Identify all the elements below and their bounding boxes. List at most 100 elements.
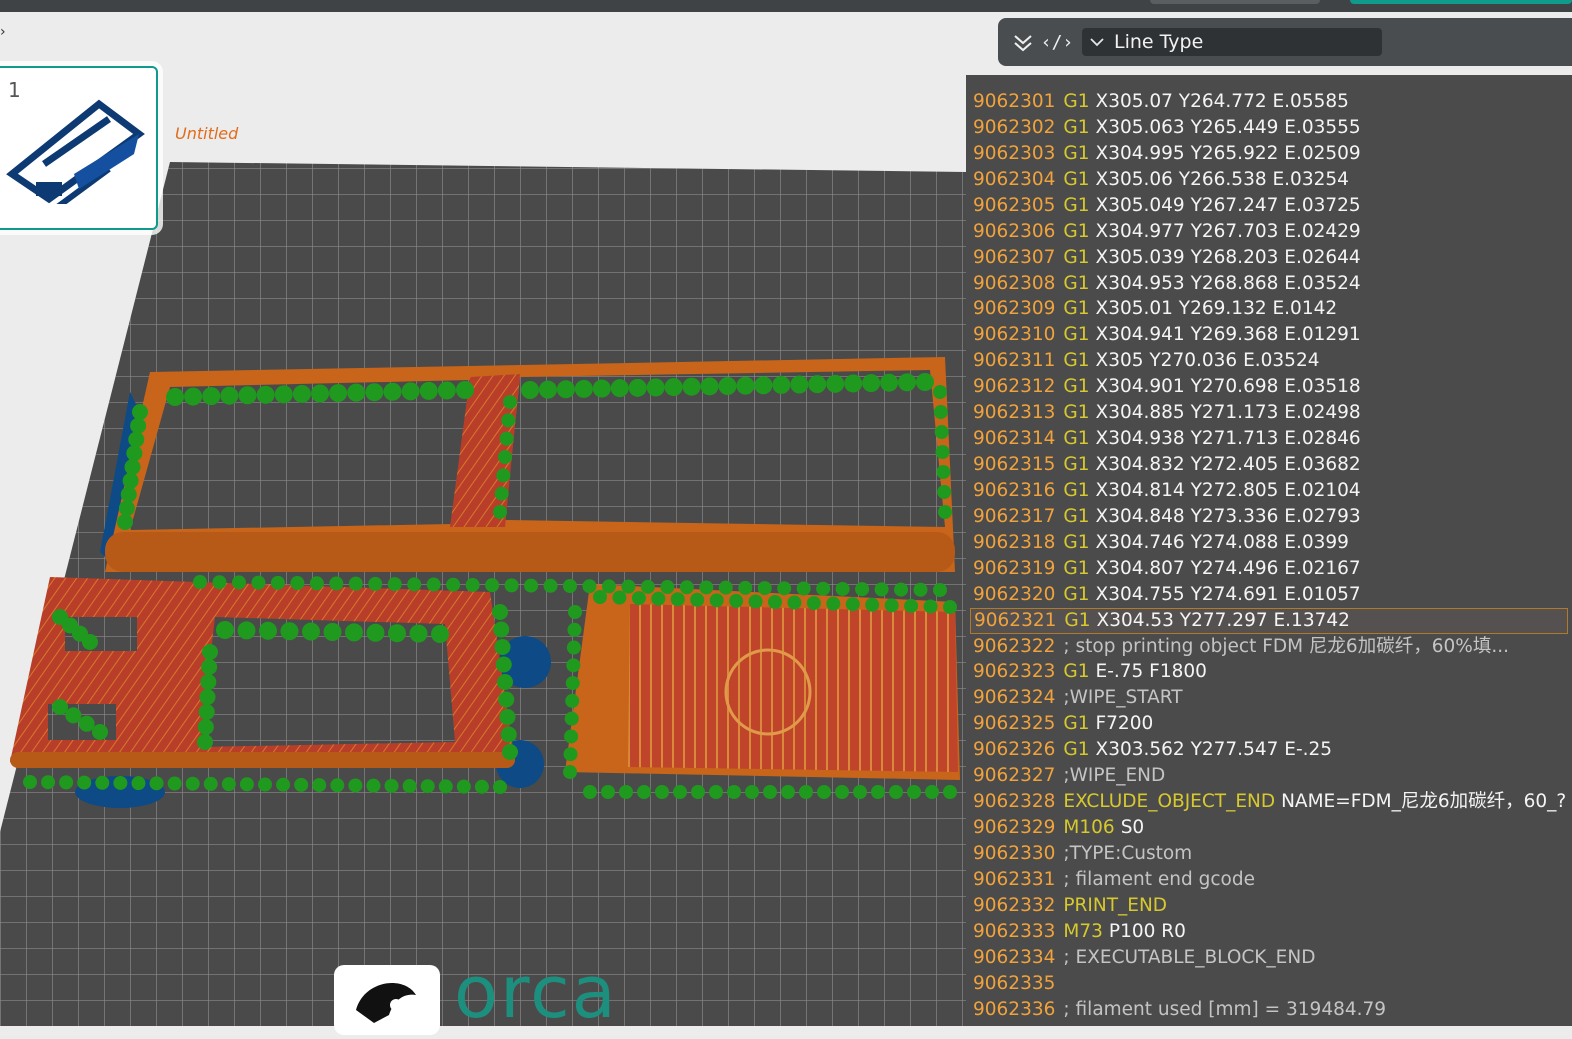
support-dot <box>862 374 881 393</box>
support-dot <box>132 404 148 420</box>
support-dot <box>124 459 141 475</box>
support-dot <box>41 775 56 790</box>
gcode-line[interactable]: 9062304 G1 X305.06 Y266.538 E.03254 <box>970 167 1568 193</box>
gcode-command: G1 <box>1063 739 1090 761</box>
support-dot <box>387 577 402 592</box>
gcode-arguments: X305.01 Y269.132 E.0142 <box>1095 298 1338 320</box>
support-dot <box>212 575 227 590</box>
gcode-line[interactable]: 9062318 G1 X304.746 Y274.088 E.0399 <box>970 530 1568 556</box>
gcode-line-number: 9062322 <box>973 635 1056 657</box>
support-dot <box>543 578 558 593</box>
gcode-line[interactable]: 9062331 ; filament end gcode <box>970 867 1568 893</box>
support-dot <box>456 381 474 399</box>
support-dot <box>855 582 870 597</box>
support-dot <box>77 775 92 790</box>
gcode-line[interactable]: 9062315 G1 X304.832 Y272.405 E.03682 <box>970 452 1568 478</box>
code-brackets-icon[interactable]: ‹/› <box>1041 28 1074 56</box>
support-dot <box>738 580 753 595</box>
support-dot <box>274 385 293 404</box>
support-dot <box>757 581 772 596</box>
support-dot <box>938 505 952 519</box>
support-dot <box>312 778 327 793</box>
gcode-line[interactable]: 9062335 <box>970 971 1568 997</box>
gcode-command: G1 <box>1063 116 1090 138</box>
gcode-line[interactable]: 9062309 G1 X305.01 Y269.132 E.0142 <box>970 296 1568 322</box>
support-dot <box>745 785 759 799</box>
support-dot <box>790 375 809 394</box>
gcode-line[interactable]: 9062334 ; EXECUTABLE_BLOCK_END <box>970 945 1568 971</box>
support-dot <box>565 676 580 691</box>
support-dot <box>504 578 519 593</box>
gcode-arguments: S0 <box>1120 817 1145 839</box>
support-dot <box>203 776 218 791</box>
plate-thumbnail[interactable]: 1 <box>0 66 158 230</box>
support-dot <box>768 595 782 609</box>
support-dot <box>718 377 737 395</box>
gcode-line[interactable]: 9062303 G1 X304.995 Y265.922 E.02509 <box>970 141 1568 167</box>
gcode-line-number: 9062312 <box>973 376 1056 398</box>
support-dot <box>556 380 575 399</box>
gcode-line-number: 9062316 <box>973 479 1056 501</box>
support-dot <box>754 376 773 395</box>
support-dot <box>292 384 311 403</box>
gcode-line[interactable]: 9062328 EXCLUDE_OBJECT_END NAME=FDM_尼龙6加碳纤… <box>970 789 1568 815</box>
gcode-comment: ;WIPE_END <box>1063 765 1166 787</box>
gcode-line[interactable]: 9062320 G1 X304.755 Y274.691 E.01057 <box>970 582 1568 608</box>
support-dot <box>193 575 207 589</box>
support-dot <box>943 600 957 614</box>
support-dot <box>258 777 272 792</box>
gcode-line-number: 9062311 <box>973 350 1056 372</box>
support-dot <box>923 599 938 614</box>
gcode-line-selected[interactable]: 9062321 G1 X304.53 Y277.297 E.13742 <box>970 607 1568 634</box>
support-dot <box>309 576 324 591</box>
gcode-line[interactable]: 9062327 ;WIPE_END <box>970 763 1568 789</box>
gcode-line[interactable]: 9062323 G1 E-.75 F1800 <box>970 659 1568 685</box>
gcode-line[interactable]: 9062305 G1 X305.049 Y267.247 E.03725 <box>970 193 1568 219</box>
gcode-line[interactable]: 9062313 G1 X304.885 Y271.173 E.02498 <box>970 400 1568 426</box>
gcode-line[interactable]: 9062312 G1 X304.901 Y270.698 E.03518 <box>970 374 1568 400</box>
gcode-arguments: X304.746 Y274.088 E.0399 <box>1095 531 1349 553</box>
gcode-line[interactable]: 9062322 ; stop printing object FDM 尼龙6加碳纤… <box>970 634 1568 660</box>
gcode-line[interactable]: 9062325 G1 F7200 <box>970 711 1568 737</box>
gcode-command: G1 <box>1063 324 1090 346</box>
support-dot <box>126 445 143 462</box>
support-dot <box>117 514 133 530</box>
gcode-line[interactable]: 9062310 G1 X304.941 Y269.368 E.01291 <box>970 322 1568 348</box>
gcode-line[interactable]: 9062324 ;WIPE_START <box>970 685 1568 711</box>
toolbar-tab[interactable] <box>1150 0 1320 4</box>
gcode-line[interactable]: 9062308 G1 X304.953 Y268.868 E.03524 <box>970 271 1568 297</box>
gcode-line[interactable]: 9062316 G1 X304.814 Y272.805 E.02104 <box>970 478 1568 504</box>
gcode-line[interactable]: 9062302 G1 X305.063 Y265.449 E.03555 <box>970 115 1568 141</box>
gcode-line[interactable]: 9062332 PRINT_END <box>970 893 1568 919</box>
gcode-line[interactable]: 9062329 M106 S0 <box>970 815 1568 841</box>
gcode-arguments: X304.885 Y271.173 E.02498 <box>1095 402 1361 424</box>
support-dot <box>699 580 714 595</box>
line-type-select[interactable]: Line Type <box>1082 28 1382 56</box>
toolbar-tab-active[interactable] <box>1350 0 1572 4</box>
gcode-line[interactable]: 9062319 G1 X304.807 Y274.496 E.02167 <box>970 556 1568 582</box>
support-dot <box>345 623 363 642</box>
gcode-line[interactable]: 9062336 ; filament used [mm] = 319484.79 <box>970 997 1568 1023</box>
gcode-line[interactable]: 9062326 G1 X303.562 Y277.547 E-.25 <box>970 737 1568 763</box>
support-dot <box>120 486 137 503</box>
support-dot <box>401 382 420 401</box>
gcode-line[interactable]: 9062330 ;TYPE:Custom <box>970 841 1568 867</box>
gcode-line[interactable]: 9062306 G1 X304.977 Y267.703 E.02429 <box>970 219 1568 245</box>
gcode-line[interactable]: 9062317 G1 X304.848 Y273.336 E.02793 <box>970 504 1568 530</box>
support-dot <box>640 579 655 594</box>
gcode-line[interactable]: 9062314 G1 X304.938 Y271.713 E.02846 <box>970 426 1568 452</box>
support-dot <box>913 582 928 597</box>
gcode-line[interactable]: 9062311 G1 X305 Y270.036 E.03524 <box>970 348 1568 374</box>
gcode-comment: ; EXECUTABLE_BLOCK_END <box>1063 946 1316 968</box>
gcode-line[interactable]: 9062301 G1 X305.07 Y264.772 E.05585 <box>970 89 1568 115</box>
support-dot <box>845 597 860 612</box>
gcode-command: EXCLUDE_OBJECT_END <box>1063 791 1276 813</box>
gcode-line[interactable]: 9062307 G1 X305.039 Y268.203 E.02644 <box>970 245 1568 271</box>
support-dot <box>651 591 666 606</box>
gcode-line[interactable]: 9062333 M73 P100 R0 <box>970 919 1568 945</box>
gcode-arguments: X304.953 Y268.868 E.03524 <box>1095 272 1361 294</box>
double-chevron-down-icon[interactable] <box>1008 28 1038 56</box>
gcode-listing-panel[interactable]: 9062301 G1 X305.07 Y264.772 E.05585 9062302… <box>966 75 1572 1026</box>
gcode-comment: ;TYPE:Custom <box>1063 842 1193 864</box>
support-dot <box>128 431 145 448</box>
